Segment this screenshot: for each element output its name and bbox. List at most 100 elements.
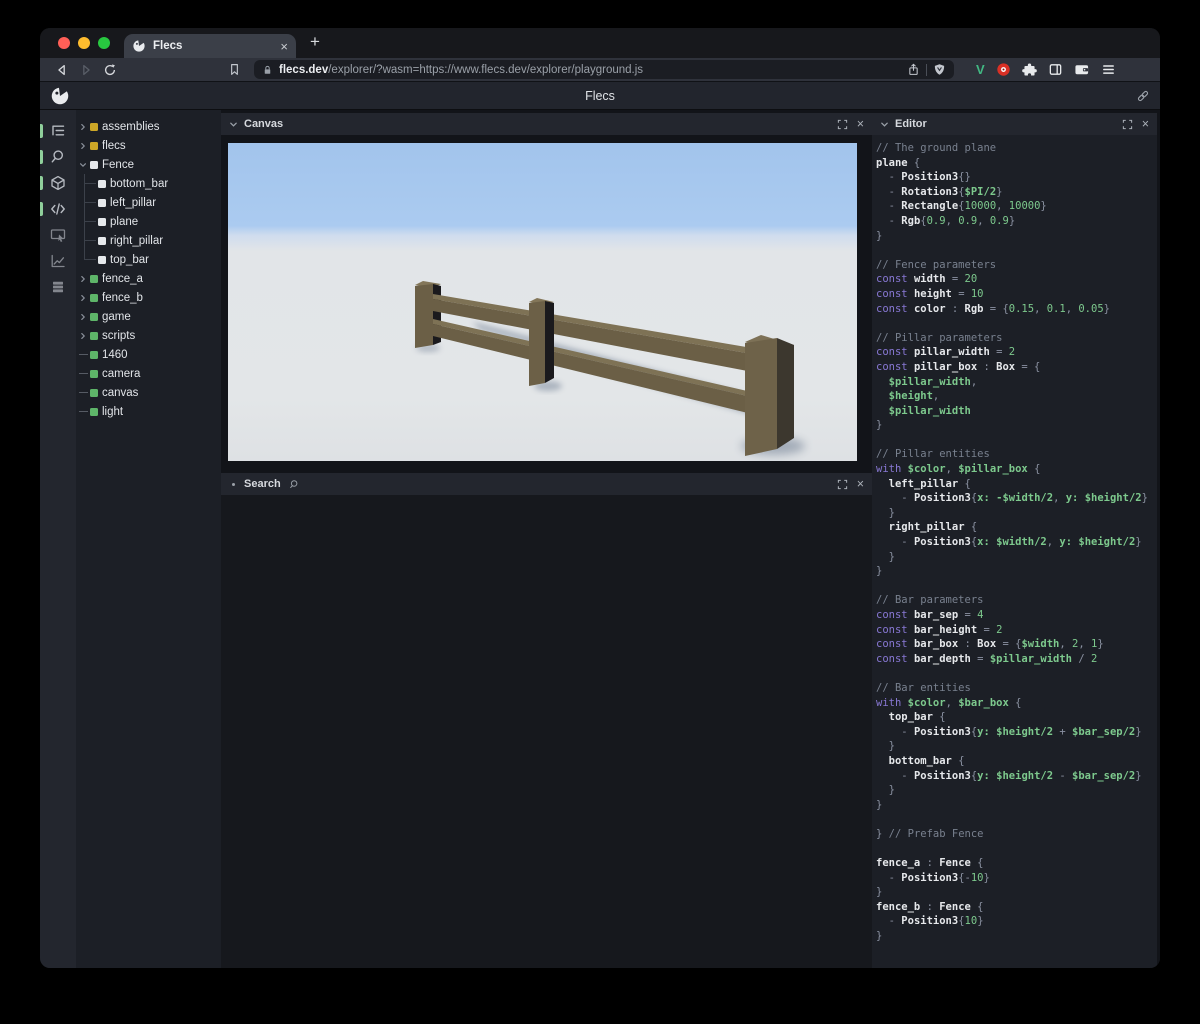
zoom-window-button[interactable] (98, 37, 110, 49)
leaf-dash (78, 354, 88, 355)
tree-item-1460[interactable]: 1460 (76, 345, 221, 364)
traffic-lights (40, 28, 124, 58)
chevron-right-icon[interactable] (79, 123, 87, 131)
tree-item-label: flecs (102, 139, 126, 152)
share-icon[interactable] (907, 63, 920, 76)
tree-item-canvas[interactable]: canvas (76, 383, 221, 402)
tree-item-right_pillar[interactable]: right_pillar (76, 231, 221, 250)
code-line: $pillar_width (888, 404, 971, 417)
screen-inspect-icon[interactable] (40, 222, 76, 248)
code-line: } (876, 930, 883, 943)
new-tab-button[interactable]: + (296, 32, 320, 55)
code-line: - Position3{y: $height/2 - $bar_sep/2} (876, 769, 1142, 782)
code-line: // Bar entities (876, 681, 971, 694)
entity-dot-icon (90, 350, 98, 359)
search-panel-body[interactable] (221, 495, 872, 968)
fullscreen-icon[interactable] (837, 479, 848, 490)
back-button[interactable] (50, 63, 74, 77)
code-line: const bar_height = 2 (876, 623, 1003, 636)
tree-item-flecs[interactable]: flecs (76, 136, 221, 155)
left-icon-strip (40, 110, 76, 968)
red-extension-icon[interactable] (996, 62, 1011, 77)
url-bar[interactable]: flecs.dev/explorer/?wasm=https://www.fle… (254, 60, 954, 79)
tree-item-light[interactable]: light (76, 402, 221, 421)
code-line: // The ground plane (876, 142, 997, 154)
code-line: top_bar { (888, 711, 946, 724)
chevron-down-icon[interactable] (229, 120, 238, 129)
code-line: // Fence parameters (876, 258, 997, 271)
fullscreen-icon[interactable] (837, 119, 848, 130)
code-line: // Pillar parameters (876, 331, 1003, 344)
tree-item-label: scripts (102, 329, 136, 342)
prefab-dot-icon (98, 217, 106, 226)
cube-3d-icon[interactable] (40, 170, 76, 196)
code-line: } (876, 506, 895, 519)
entity-dot-icon (90, 407, 98, 416)
browser-toolbar: flecs.dev/explorer/?wasm=https://www.fle… (40, 58, 1160, 82)
3d-viewport[interactable] (228, 143, 857, 461)
url-text[interactable]: flecs.dev/explorer/?wasm=https://www.fle… (279, 64, 901, 76)
prefab-dot-icon (98, 236, 106, 245)
reload-button[interactable] (98, 63, 122, 77)
chevron-right-icon[interactable] (79, 332, 87, 340)
fullscreen-icon[interactable] (1122, 119, 1133, 130)
close-panel-icon[interactable]: × (857, 478, 864, 491)
flecs-favicon (133, 39, 146, 52)
editor-panel-title: Editor (895, 118, 927, 130)
sidebar-toggle-icon[interactable] (1048, 62, 1063, 77)
share-link-icon[interactable] (1136, 89, 1150, 103)
tree-item-left_pillar[interactable]: left_pillar (76, 193, 221, 212)
chevron-down-icon[interactable] (79, 161, 87, 169)
tree-item-scripts[interactable]: scripts (76, 326, 221, 345)
tree-item-camera[interactable]: camera (76, 364, 221, 383)
tree-item-Fence[interactable]: Fence (76, 155, 221, 174)
code-line: const bar_box : Box = {$width, 2, 1} (876, 638, 1104, 651)
minimize-window-button[interactable] (78, 37, 90, 49)
tree-item-fence_a[interactable]: fence_a (76, 269, 221, 288)
forward-button[interactable] (74, 63, 98, 77)
menu-hamburger-icon[interactable] (1101, 62, 1116, 77)
code-line: const color : Rgb = {0.15, 0.1, 0.05} (876, 302, 1110, 315)
bookmark-icon[interactable] (222, 63, 246, 76)
code-line: - Position3{x: $width/2, y: $height/2} (876, 536, 1142, 549)
search-icon (289, 479, 298, 488)
chevron-right-icon[interactable] (79, 275, 87, 283)
code-editor[interactable]: // The ground plane plane { - Position3{}… (872, 135, 1157, 968)
code-line: $pillar_width, (888, 375, 978, 388)
tree-item-bottom_bar[interactable]: bottom_bar (76, 174, 221, 193)
layers-icon[interactable] (40, 274, 76, 300)
code-line: // Pillar entities (876, 448, 990, 461)
extensions-puzzle-icon[interactable] (1021, 62, 1037, 77)
chevron-right-icon[interactable] (79, 294, 87, 302)
wallet-icon[interactable] (1074, 62, 1090, 77)
stats-chart-icon[interactable] (40, 248, 76, 274)
code-line: const width = 20 (876, 273, 978, 286)
code-panel-icon[interactable] (40, 196, 76, 222)
entity-dot-icon (90, 388, 98, 397)
tree-item-top_bar[interactable]: top_bar (76, 250, 221, 269)
tree-item-assemblies[interactable]: assemblies (76, 117, 221, 136)
close-panel-icon[interactable]: × (857, 118, 864, 131)
tree-item-plane[interactable]: plane (76, 212, 221, 231)
vue-devtools-icon[interactable]: V (976, 62, 985, 77)
editor-panel-header: Editor × (872, 113, 1157, 135)
browser-tab[interactable]: Flecs × (124, 34, 296, 58)
code-line: - Position3{x: -$width/2, y: $height/2} (876, 492, 1148, 505)
tree-item-fence_b[interactable]: fence_b (76, 288, 221, 307)
close-panel-icon[interactable]: × (1142, 118, 1149, 131)
code-line: - Position3{} (876, 171, 971, 184)
code-line: - Rgb{0.9, 0.9, 0.9} (876, 214, 1016, 227)
search-panel-icon[interactable] (40, 144, 76, 170)
brave-shield-icon[interactable] (933, 63, 946, 76)
chevron-right-icon[interactable] (79, 313, 87, 321)
chevron-down-icon[interactable] (880, 120, 889, 129)
tree-item-game[interactable]: game (76, 307, 221, 326)
tab-close-icon[interactable]: × (280, 40, 288, 53)
chevron-right-icon[interactable] (79, 142, 87, 150)
prefab-dot-icon (98, 255, 106, 264)
entity-tree-icon[interactable] (40, 118, 76, 144)
close-window-button[interactable] (58, 37, 70, 49)
